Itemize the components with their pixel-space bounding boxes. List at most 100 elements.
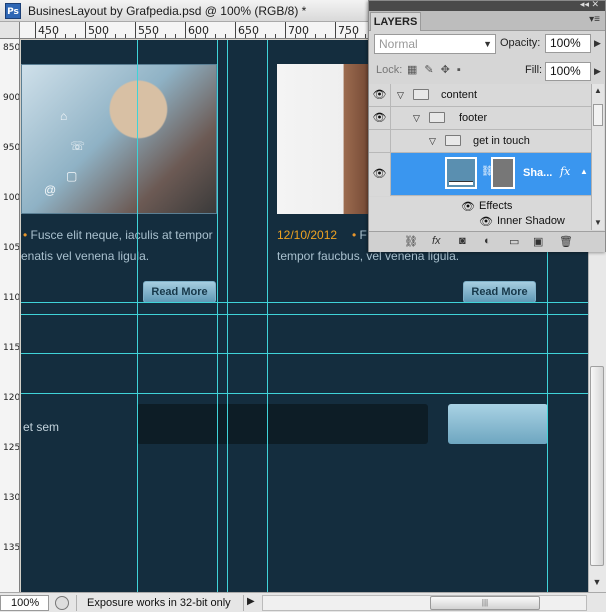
guide-vertical[interactable] <box>217 40 218 592</box>
fill-slider-arrow-icon[interactable]: ▶ <box>594 66 601 77</box>
blog-date: 12/10/2012 <box>277 228 338 242</box>
ruler-label: 1350 <box>3 543 20 553</box>
layer-row-get-in-touch[interactable]: ▽ get in touch <box>369 130 591 153</box>
fill-input[interactable]: 100% <box>545 62 591 81</box>
panel-menu-icon[interactable]: ▾≡ <box>589 14 600 25</box>
folder-icon <box>445 135 461 146</box>
horizontal-scroll-thumb[interactable]: ||| <box>430 596 540 610</box>
guide-horizontal[interactable] <box>21 302 588 303</box>
guide-horizontal[interactable] <box>21 353 588 354</box>
eye-icon[interactable]: 👁 <box>369 84 391 106</box>
ruler-tick <box>145 34 146 38</box>
new-layer-icon[interactable]: ▣ <box>533 235 543 248</box>
eye-icon[interactable]: 👁 <box>369 107 391 129</box>
ruler-tick <box>225 34 226 38</box>
add-layer-style-icon[interactable]: fx <box>432 235 441 247</box>
guide-vertical[interactable] <box>227 40 228 592</box>
link-layers-icon[interactable]: ⛓ <box>404 235 418 248</box>
ruler-label: 1200 <box>3 393 20 403</box>
photoshop-app-icon: Ps <box>5 3 21 19</box>
vertical-scroll-thumb[interactable] <box>590 366 604 566</box>
ruler-tick <box>185 22 186 38</box>
document-title: BusinesLayout by Grafpedia.psd @ 100% (R… <box>28 4 307 18</box>
read-more-button[interactable]: Read More <box>143 281 216 303</box>
ruler-label: 900 <box>3 93 20 103</box>
lock-transparency-icon[interactable]: ▦ <box>407 64 424 76</box>
folder-icon <box>413 89 429 100</box>
fill-label: Fill: <box>525 64 543 76</box>
ruler-label: 950 <box>3 143 20 153</box>
ruler-tick <box>165 34 166 38</box>
layer-row-footer[interactable]: 👁 ▽ footer <box>369 107 591 130</box>
layers-scrollbar[interactable]: ▲ ▼ <box>591 84 604 230</box>
blog-excerpt-text: F <box>359 228 367 242</box>
ruler-tick <box>35 22 36 38</box>
zoom-level-field[interactable]: 100% <box>0 595 49 611</box>
ruler-origin[interactable] <box>0 22 20 39</box>
layers-scroll-thumb[interactable] <box>593 104 603 126</box>
status-info-icon[interactable] <box>55 596 69 610</box>
eye-icon[interactable] <box>369 130 391 152</box>
blend-mode-value: Normal <box>379 37 418 51</box>
adjustment-layer-icon[interactable]: ◐ <box>484 235 491 247</box>
tab-layers[interactable]: LAYERS <box>370 12 421 31</box>
camera-icon: ▢ <box>66 169 78 183</box>
expand-triangle-icon[interactable]: ▽ <box>397 90 404 101</box>
footer-text: et sem <box>23 420 60 434</box>
ruler-tick <box>105 34 106 38</box>
lock-pixels-icon[interactable]: ✎ <box>424 64 440 76</box>
effect-name: Inner Shadow <box>497 215 565 227</box>
ruler-tick <box>75 34 76 38</box>
chevron-down-icon: ▼ <box>483 39 492 49</box>
ruler-tick <box>195 34 196 38</box>
eye-icon[interactable]: 👁 <box>369 153 391 196</box>
layers-panel: ◂◂ ✕ LAYERS ▾≡ Normal ▼ Opacity: 100% ▶ … <box>368 0 606 252</box>
layer-row-content[interactable]: 👁 ▽ content <box>369 84 591 107</box>
scroll-down-arrow-icon[interactable]: ▼ <box>590 574 604 590</box>
delete-layer-icon[interactable]: 🗑 <box>559 235 573 248</box>
status-bar: 100% Exposure works in 32-bit only ▶ ||| <box>0 592 606 612</box>
bullet-icon: • <box>23 228 28 242</box>
add-mask-icon[interactable]: ◙ <box>459 235 466 247</box>
guide-vertical[interactable] <box>267 40 268 592</box>
blog-excerpt: • Fusce elit neque, iaculis at tempor <box>23 228 213 242</box>
opacity-slider-arrow-icon[interactable]: ▶ <box>594 38 601 49</box>
vertical-ruler[interactable]: 850 900 950 1000 1050 1100 1150 1200 125… <box>0 39 20 592</box>
lock-all-icon[interactable]: ▪ <box>457 64 468 76</box>
folder-icon <box>429 112 445 123</box>
eye-icon[interactable] <box>369 212 391 231</box>
home-icon: ⌂ <box>60 109 68 123</box>
ruler-tick <box>95 34 96 38</box>
collapse-effects-icon[interactable]: ▲ <box>580 167 588 176</box>
layer-row-shape-selected[interactable]: 👁 ⛓ Sha... fx ▲ <box>369 153 591 196</box>
ruler-tick <box>335 22 336 38</box>
ruler-tick <box>135 22 136 38</box>
lock-position-icon[interactable]: ✥ <box>441 64 457 76</box>
expand-triangle-icon[interactable]: ▽ <box>429 136 436 147</box>
ruler-tick <box>155 34 156 38</box>
fx-icon[interactable]: fx <box>560 165 570 178</box>
scroll-down-arrow-icon[interactable]: ▼ <box>594 218 602 227</box>
footer-submit-button[interactable] <box>448 404 548 444</box>
new-group-icon[interactable]: ▭ <box>509 235 519 248</box>
lock-label: Lock: <box>376 64 403 76</box>
panel-header-strip[interactable]: ◂◂ ✕ <box>369 0 605 11</box>
status-menu-arrow-icon[interactable]: ▶ <box>247 596 255 607</box>
blog-photo-woman-touchscreen: @ ☏ ⌂ ▢ <box>21 64 217 214</box>
ruler-tick <box>85 22 86 38</box>
guide-horizontal[interactable] <box>21 314 588 315</box>
opacity-input[interactable]: 100% <box>545 34 591 53</box>
footer-input-field[interactable] <box>137 404 428 444</box>
at-sign-icon: @ <box>44 183 57 197</box>
layer-effect-inner-shadow[interactable]: 👁 Inner Shadow <box>369 212 591 231</box>
expand-triangle-icon[interactable]: ▽ <box>413 113 420 124</box>
guide-horizontal[interactable] <box>21 393 588 394</box>
scroll-up-arrow-icon[interactable]: ▲ <box>594 86 602 95</box>
guide-vertical[interactable] <box>137 40 138 592</box>
ruler-label: 1150 <box>3 343 20 353</box>
eye-icon[interactable]: 👁 <box>479 215 493 228</box>
ruler-label: 850 <box>3 43 20 53</box>
blend-mode-select[interactable]: Normal ▼ <box>374 34 496 54</box>
collapse-panel-icon[interactable]: ◂◂ ✕ <box>580 0 599 10</box>
read-more-button[interactable]: Read More <box>463 281 536 303</box>
